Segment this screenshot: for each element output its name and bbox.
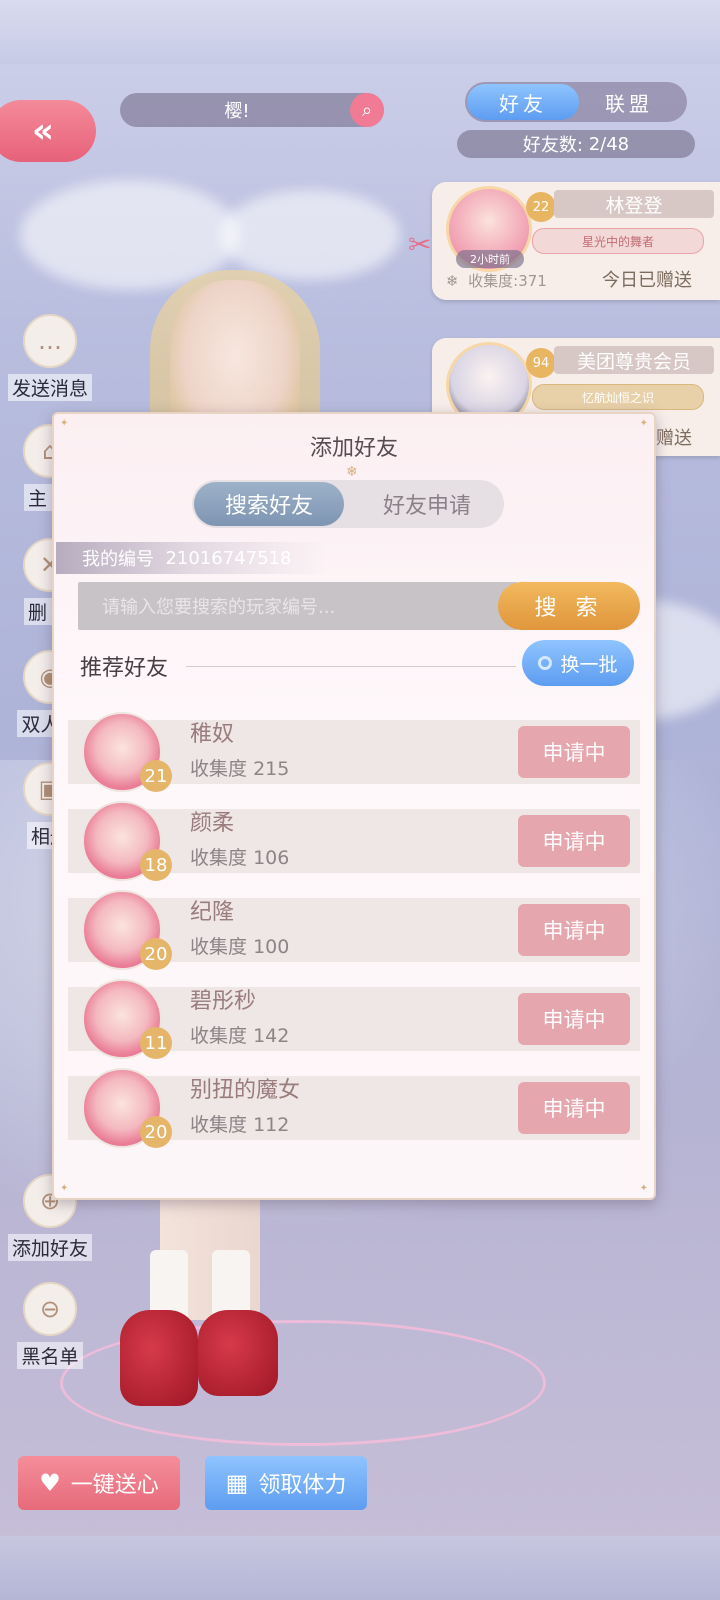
divider [186, 666, 516, 667]
tab-alliance[interactable]: 联盟 [579, 84, 679, 120]
player-collection: 收集度 142 [190, 1021, 289, 1048]
player-name: 稚奴 [190, 722, 235, 747]
friend-collection: ❄ 收集度:371 [446, 270, 547, 291]
collection-value: 100 [253, 936, 290, 958]
level-badge: 20 [140, 938, 172, 970]
collection-label: 收集度 [190, 1025, 248, 1047]
snowflake-icon: ❄ [446, 272, 459, 290]
friend-title: 星光中的舞者 [532, 228, 704, 254]
level-badge: 18 [140, 849, 172, 881]
character-shoe [120, 1310, 198, 1406]
player-name: 碧彤秒 [190, 989, 257, 1014]
request-pending-button[interactable]: 申请中 [518, 815, 630, 867]
request-pending-button[interactable]: 申请中 [518, 904, 630, 956]
player-collection: 收集度 100 [190, 932, 289, 959]
friend-count-value: 2/48 [588, 133, 630, 155]
bottom-bar [0, 1536, 720, 1600]
block-icon: ⊖ [23, 1282, 77, 1336]
request-pending-button[interactable]: 申请中 [518, 726, 630, 778]
character-shoe [198, 1310, 278, 1396]
collection-value: 142 [253, 1025, 290, 1047]
collection-label: 收集度 [190, 936, 248, 958]
friend-title: 忆航灿恒之识 [532, 384, 704, 410]
list-item: 20 别扭的魔女 收集度 112 申请中 [68, 1068, 640, 1148]
send-hearts-label: 一键送心 [70, 1473, 159, 1498]
dialog-title: 添加好友 [309, 436, 398, 461]
top-bar [0, 0, 720, 64]
recommended-heading: 推荐好友 [80, 656, 169, 681]
sidebar-item-send-message[interactable]: … 发送消息 [0, 314, 100, 401]
friend-name: 美团尊贵会员 [554, 346, 714, 374]
refresh-batch-button[interactable]: 换一批 [522, 640, 634, 686]
collection-value: 112 [253, 1114, 290, 1136]
gift-status: 今日已赠送 [602, 270, 692, 291]
tab-friend-requests[interactable]: 好友申请 [352, 482, 502, 526]
add-friend-dialog: ✦ ✦ ✦ ✦ 添加好友 ❄ 搜索好友 好友申请 我的编号 2101674751… [52, 412, 656, 1200]
tab-search-friend[interactable]: 搜索好友 [194, 482, 344, 526]
refresh-label: 换一批 [560, 653, 618, 676]
friend-search-bar[interactable]: 樱! ⌕ [120, 93, 384, 127]
bow-icon: ✂ [408, 228, 432, 261]
player-name: 别扭的魔女 [190, 1078, 301, 1103]
double-chevron-left-icon: « [32, 111, 54, 151]
send-hearts-button[interactable]: ♥ 一键送心 [18, 1456, 180, 1510]
search-icon[interactable]: ⌕ [350, 93, 384, 127]
sidebar-label: 添加好友 [7, 1234, 92, 1261]
refresh-icon [538, 656, 553, 670]
corner-star-icon: ✦ [639, 1183, 648, 1194]
friend-alliance-switch: 好友 联盟 [465, 82, 687, 122]
friend-name: 林登登 [554, 190, 714, 218]
corner-star-icon: ✦ [60, 418, 69, 429]
snowflake-icon: ❄ [346, 464, 358, 480]
last-online-time: 2小时前 [456, 250, 524, 268]
back-button[interactable]: « [0, 100, 96, 162]
cloud-decoration [220, 190, 400, 280]
player-name: 纪隆 [190, 900, 235, 925]
sidebar-label: 发送消息 [7, 374, 92, 401]
player-collection: 收集度 215 [190, 754, 289, 781]
corner-star-icon: ✦ [60, 1183, 69, 1194]
collection-label: 收集度 [190, 758, 248, 780]
search-button[interactable]: 搜 索 [498, 582, 640, 630]
heart-icon: ♥ [39, 1469, 61, 1497]
friend-count: 好友数: 2/48 [457, 130, 695, 158]
claim-stamina-label: 领取体力 [258, 1473, 347, 1498]
player-id-input[interactable]: 请输入您要搜索的玩家编号... [78, 582, 518, 630]
dialog-tabs: 搜索好友 好友申请 [192, 480, 504, 528]
friend-search-value: 樱! [224, 101, 250, 122]
list-item: 11 碧彤秒 收集度 142 申请中 [68, 979, 640, 1059]
level-badge: 22 [526, 192, 556, 222]
gift-icon: ▦ [225, 1469, 249, 1497]
list-item: 20 纪隆 收集度 100 申请中 [68, 890, 640, 970]
player-collection: 收集度 106 [190, 843, 289, 870]
chat-icon: … [23, 314, 77, 368]
collection-value: 215 [253, 758, 290, 780]
list-item: 18 颜柔 收集度 106 申请中 [68, 801, 640, 881]
level-badge: 94 [526, 348, 556, 378]
sidebar-item-blacklist[interactable]: ⊖ 黑名单 [0, 1282, 100, 1369]
collection-value: 106 [253, 847, 290, 869]
gift-status: 赠送 [656, 428, 692, 449]
level-badge: 11 [140, 1027, 172, 1059]
collection-label: 收集度 [190, 1114, 248, 1136]
request-pending-button[interactable]: 申请中 [518, 1082, 630, 1134]
list-item: 21 稚奴 收集度 215 申请中 [68, 712, 640, 792]
player-name: 颜柔 [190, 811, 235, 836]
level-badge: 21 [140, 760, 172, 792]
my-id-value: 21016747518 [165, 547, 292, 569]
friend-count-label: 好友数: [522, 135, 583, 156]
player-collection: 收集度 112 [190, 1110, 289, 1137]
level-badge: 20 [140, 1116, 172, 1148]
collection-label: 收集度: [468, 272, 519, 290]
collection-label: 收集度 [190, 847, 248, 869]
collection-value: 371 [518, 272, 547, 290]
my-id: 我的编号 21016747518 [56, 542, 326, 574]
friend-card[interactable]: ✂ 2小时前 22 林登登 星光中的舞者 ❄ 收集度:371 今日已赠送 [408, 182, 720, 300]
request-pending-button[interactable]: 申请中 [518, 993, 630, 1045]
corner-star-icon: ✦ [639, 418, 648, 429]
tab-friends[interactable]: 好友 [467, 84, 579, 120]
claim-stamina-button[interactable]: ▦ 领取体力 [205, 1456, 367, 1510]
sidebar-label: 黑名单 [17, 1342, 83, 1369]
my-id-label: 我的编号 [82, 549, 154, 570]
